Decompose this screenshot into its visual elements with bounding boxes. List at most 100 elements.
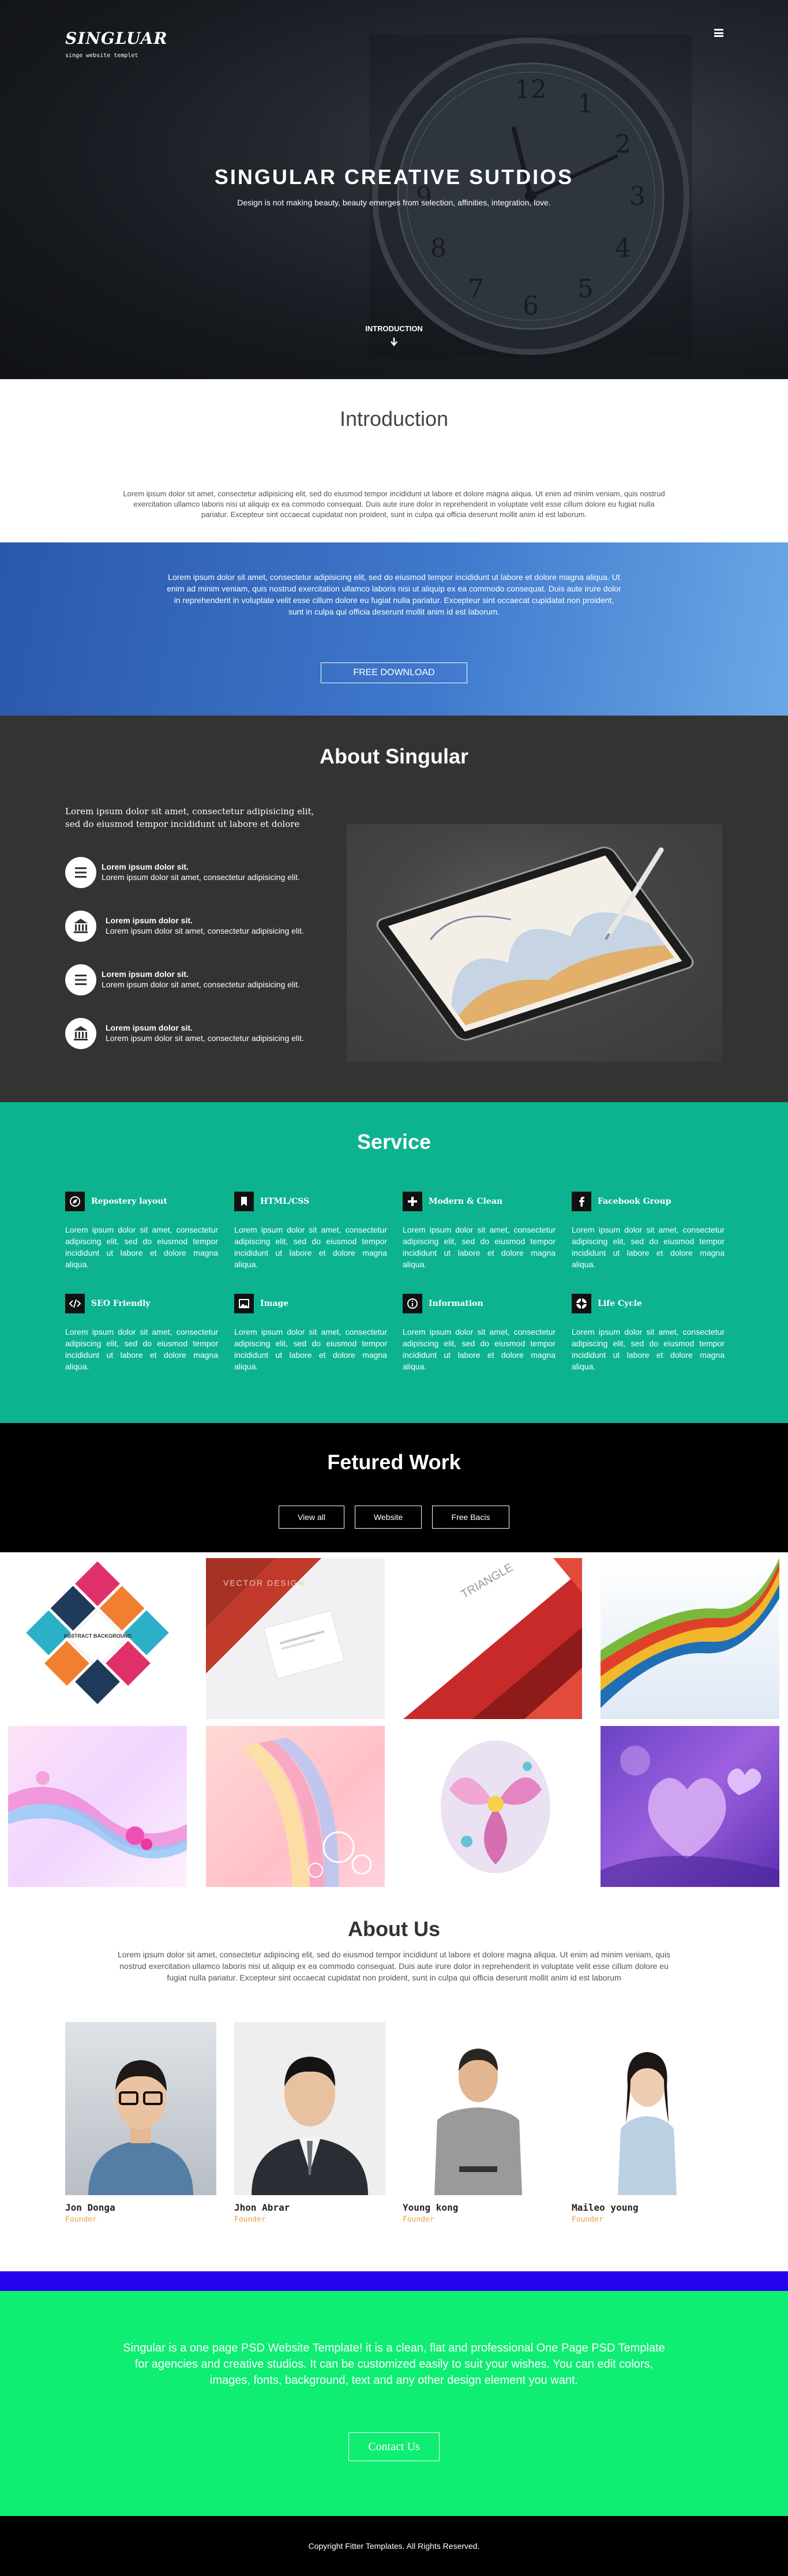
- introduction-heading: Introduction: [339, 407, 449, 430]
- portfolio-tile-floral-waves[interactable]: [8, 1726, 187, 1887]
- service-text: Lorem ipsum dolor sit amet, consectetur …: [572, 1225, 725, 1269]
- portfolio-tile-vector-design[interactable]: VECTOR DESIGN: [206, 1558, 385, 1719]
- member-role: Founder: [403, 2215, 434, 2224]
- service-heading: Service: [357, 1130, 431, 1154]
- info-icon: [403, 1294, 422, 1313]
- contact-us-button[interactable]: Contact Us: [348, 2432, 440, 2461]
- arrow-down-icon[interactable]: [390, 337, 398, 346]
- filter-website-button[interactable]: Website: [355, 1506, 422, 1529]
- about-lead-text: Lorem ipsum dolor sit amet, consectetur …: [65, 806, 314, 829]
- brand[interactable]: SINGLUAR singe website templet: [65, 29, 168, 59]
- service-title: Modern & Clean: [429, 1197, 503, 1206]
- team-member: Maileo young Founder: [572, 2022, 723, 2224]
- lifebuoy-icon: [572, 1294, 591, 1313]
- pocket-watch-image: 12 1 2 3 4 5 6 7 8 9: [369, 35, 692, 358]
- service-title: Information: [429, 1299, 483, 1308]
- about-heading: About Singular: [320, 744, 468, 768]
- copyright-text: Copyright Fitter Templates. All Rights R…: [308, 2541, 480, 2551]
- about-us-heading: About Us: [348, 1917, 440, 1941]
- feature-text: Lorem ipsum dolor sit amet, consectetur …: [102, 980, 300, 989]
- team-member: Jon Donga Founder: [65, 2022, 216, 2224]
- hero-subtitle: Design is not making beauty, beauty emer…: [237, 198, 551, 207]
- service-title: Image: [260, 1299, 289, 1308]
- service-text: Lorem ipsum dolor sit amet, consectetur …: [234, 1327, 387, 1371]
- divider-bar: [0, 2271, 788, 2291]
- feature-text: Lorem ipsum dolor sit amet, consectetur …: [106, 1034, 304, 1043]
- member-name: Jon Donga: [65, 2202, 115, 2213]
- cta-text: Singular is a one page PSD Website Templ…: [123, 2342, 665, 2387]
- portfolio-gallery: ABSTRACT BACKGROUND VECTOR DESIGN TRIANG…: [0, 1552, 788, 1900]
- menu-icon: [65, 857, 96, 888]
- member-name: Maileo young: [572, 2202, 639, 2213]
- introduction-text: Lorem ipsum dolor sit amet, consectetur …: [123, 489, 665, 519]
- member-photo: [572, 2022, 723, 2195]
- member-name: Jhon Abrar: [234, 2202, 290, 2213]
- feature-text: Lorem ipsum dolor sit amet, consectetur …: [102, 873, 300, 882]
- banner-text: Lorem ipsum dolor sit amet, consectetur …: [167, 572, 621, 616]
- member-photo: [65, 2022, 216, 2195]
- image-icon: [234, 1294, 254, 1313]
- portfolio-filters: View all Website Free Bacis: [0, 1506, 788, 1529]
- tile-caption: ABSTRACT BACKGROUND: [63, 1633, 132, 1639]
- contact-cta-section: Singular is a one page PSD Website Templ…: [0, 2291, 788, 2516]
- service-title: HTML/CSS: [260, 1197, 310, 1206]
- member-role: Founder: [234, 2215, 266, 2224]
- plus-icon: [403, 1192, 422, 1211]
- tile-caption: VECTOR DESIGN: [223, 1578, 305, 1587]
- service-text: Lorem ipsum dolor sit amet, consectetur …: [403, 1327, 556, 1371]
- bank-icon: [65, 911, 96, 942]
- team-member: Young kong Founder: [403, 2022, 554, 2224]
- service-text: Lorem ipsum dolor sit amet, consectetur …: [572, 1327, 725, 1371]
- about-singular-section: About Singular Lorem ipsum dolor sit ame…: [0, 716, 788, 1102]
- brand-name: SINGLUAR: [65, 29, 168, 48]
- bookmark-icon: [234, 1192, 254, 1211]
- service-title: SEO Friendly: [91, 1299, 151, 1308]
- portfolio-tile-abstract-background[interactable]: ABSTRACT BACKGROUND: [8, 1558, 187, 1719]
- about-us-section: About Us Lorem ipsum dolor sit amet, con…: [0, 1900, 788, 2271]
- hero-section: 12 1 2 3 4 5 6 7 8 9 SINGLUAR singe webs…: [0, 0, 788, 379]
- filter-view-all-button[interactable]: View all: [279, 1506, 344, 1529]
- bank-icon: [65, 1018, 96, 1049]
- member-photo: [403, 2022, 554, 2195]
- filter-free-basics-button[interactable]: Free Bacis: [432, 1506, 509, 1529]
- service-section: Service Repostery layout Lorem ipsum dol…: [0, 1102, 788, 1423]
- feature-title: Lorem ipsum dolor sit.: [106, 916, 193, 925]
- service-text: Lorem ipsum dolor sit amet, consectetur …: [234, 1225, 387, 1269]
- service-title: Life Cycle: [598, 1299, 642, 1308]
- featured-work-heading: Fetured Work: [327, 1450, 461, 1474]
- service-title: Repostery layout: [91, 1197, 167, 1206]
- feature-title: Lorem ipsum dolor sit.: [106, 1023, 193, 1032]
- introduction-section: Introduction Lorem ipsum dolor sit amet,…: [0, 379, 788, 542]
- feature-text: Lorem ipsum dolor sit amet, consectetur …: [106, 926, 304, 935]
- portfolio-tile-triangle[interactable]: TRIANGLE: [403, 1558, 582, 1719]
- menu-icon: [65, 964, 96, 995]
- portfolio-tile-floral[interactable]: [403, 1726, 582, 1887]
- brand-tagline: singe website templet: [65, 53, 138, 59]
- team-member: Jhon Abrar Founder: [234, 2022, 385, 2224]
- hamburger-menu-icon[interactable]: [714, 29, 723, 37]
- portfolio-tile-rainbow-swirl[interactable]: [206, 1726, 385, 1887]
- tablet-sketch-image: [347, 824, 722, 1062]
- featured-work-section: Fetured Work View all Website Free Bacis: [0, 1423, 788, 1552]
- service-text: Lorem ipsum dolor sit amet, consectetur …: [65, 1327, 218, 1371]
- member-role: Founder: [572, 2215, 603, 2224]
- download-banner: Lorem ipsum dolor sit amet, consectetur …: [0, 542, 788, 716]
- service-text: Lorem ipsum dolor sit amet, consectetur …: [65, 1225, 218, 1269]
- footer: Copyright Fitter Templates. All Rights R…: [0, 2516, 788, 2576]
- introduction-link[interactable]: INTRODUCTION: [0, 324, 788, 333]
- member-photo: [234, 2022, 385, 2195]
- feature-title: Lorem ipsum dolor sit.: [102, 862, 189, 871]
- feature-title: Lorem ipsum dolor sit.: [102, 969, 189, 979]
- tile-caption: TRIANGLE: [459, 1561, 516, 1601]
- member-role: Founder: [65, 2215, 97, 2224]
- facebook-icon: [572, 1192, 591, 1211]
- portfolio-tile-purple-hearts[interactable]: [601, 1726, 779, 1887]
- portfolio-tile-waves[interactable]: [601, 1558, 779, 1719]
- compass-icon: [65, 1192, 85, 1211]
- service-title: Facebook Group: [598, 1197, 671, 1206]
- member-name: Young kong: [403, 2202, 459, 2213]
- hero-title: SINGULAR CREATIVE SUTDIOS: [214, 165, 574, 189]
- free-download-button[interactable]: FREE DOWNLOAD: [321, 662, 467, 683]
- service-text: Lorem ipsum dolor sit amet, consectetur …: [403, 1225, 556, 1269]
- about-us-text: Lorem ipsum dolor sit amet, consectetur …: [118, 1950, 670, 1982]
